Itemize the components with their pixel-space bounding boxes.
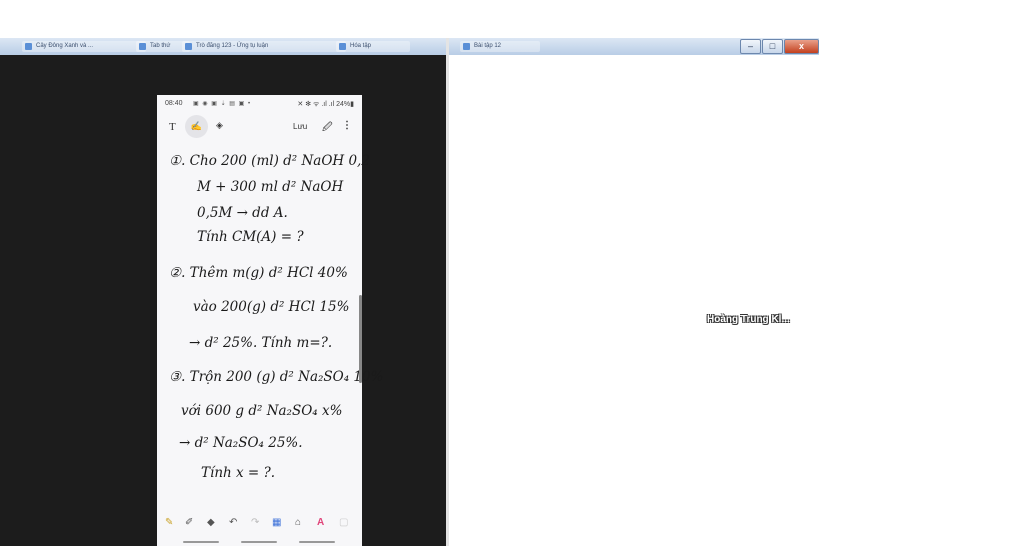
note-line: M + 300 ml d² NaOH bbox=[197, 179, 344, 195]
pen-icon[interactable]: ✐ bbox=[185, 517, 193, 528]
window-controls: – □ x bbox=[739, 39, 819, 54]
save-button[interactable]: Lưu bbox=[293, 122, 307, 131]
taskbar-tab[interactable]: Hóa tập bbox=[336, 41, 410, 52]
taskbar: Cây Đông Xanh và ... Tab thứ Trò đăng 12… bbox=[0, 38, 819, 55]
more-options-icon[interactable]: ⋮ bbox=[342, 120, 352, 131]
note-line: → d² 25%. Tính m=?. bbox=[189, 335, 333, 351]
selection-icon[interactable]: ▦ bbox=[272, 517, 281, 528]
note-line: 0,5M → dd A. bbox=[197, 205, 288, 221]
taskbar-tab[interactable]: Trò đăng 123 - Ứng tụ luận bbox=[182, 41, 346, 52]
redo-icon[interactable]: ↷ bbox=[251, 517, 259, 528]
battery-indicator: ✕ ✻ ᯤ .ıl .ıl 24%▮ bbox=[297, 101, 354, 108]
close-button[interactable]: x bbox=[784, 39, 819, 54]
note-line: vào 200(g) d² HCl 15% bbox=[193, 299, 350, 315]
taskbar-tab[interactable]: Cây Đông Xanh và ... bbox=[22, 41, 146, 52]
taskbar-tab[interactable]: Bài tập 12 bbox=[460, 41, 540, 52]
attach-icon[interactable]: 🖉 bbox=[322, 120, 333, 137]
minimize-button[interactable]: – bbox=[740, 39, 761, 54]
note-toolbar: T ✍ ◈ Lưu 🖉 ⋮ bbox=[157, 113, 362, 139]
notification-icons: ▣ ◉ ▣ ⇣ ▤ ▣ • bbox=[193, 101, 252, 107]
note-line: Tính x = ?. bbox=[201, 465, 276, 481]
status-bar: 08:40 ▣ ◉ ▣ ⇣ ▤ ▣ • ✕ ✻ ᯤ .ıl .ıl 24%▮ bbox=[157, 95, 362, 112]
text-style-icon[interactable]: A bbox=[317, 517, 324, 528]
nav-handle[interactable] bbox=[241, 541, 277, 543]
participant-name: Hoàng Trung Kl... bbox=[707, 314, 790, 325]
color-picker-icon[interactable]: ▢ bbox=[339, 517, 348, 528]
highlighter-icon[interactable]: ✎ bbox=[165, 517, 173, 528]
navigation-bar bbox=[157, 538, 362, 546]
pen-tool-icon[interactable]: ✍ bbox=[185, 115, 208, 138]
text-tool-icon[interactable]: T bbox=[169, 121, 176, 133]
drawing-tools-bar: ✎ ✐ ◆ ↶ ↷ ▦ ⌂ A ▢ bbox=[157, 513, 362, 535]
status-time: 08:40 bbox=[165, 100, 183, 107]
phone-screen: 08:40 ▣ ◉ ▣ ⇣ ▤ ▣ • ✕ ✻ ᯤ .ıl .ıl 24%▮ T… bbox=[157, 95, 383, 546]
note-line: ①. Cho 200 (ml) d² NaOH 0,2 bbox=[169, 153, 370, 169]
note-line: → d² Na₂SO₄ 25%. bbox=[179, 435, 303, 451]
eraser-icon[interactable]: ◆ bbox=[207, 517, 215, 528]
shape-icon[interactable]: ⌂ bbox=[295, 517, 301, 528]
note-line: với 600 g d² Na₂SO₄ x% bbox=[181, 403, 343, 419]
undo-icon[interactable]: ↶ bbox=[229, 517, 237, 528]
note-line: Tính CM(A) = ? bbox=[197, 229, 304, 245]
note-line: ②. Thêm m(g) d² HCl 40% bbox=[169, 265, 348, 281]
video-divider bbox=[446, 38, 449, 546]
nav-handle[interactable] bbox=[183, 541, 219, 543]
nav-handle[interactable] bbox=[299, 541, 335, 543]
note-line: ③. Trộn 200 (g) d² Na₂SO₄ 10% bbox=[169, 369, 384, 385]
brush-tool-icon[interactable]: ◈ bbox=[216, 120, 223, 131]
maximize-button[interactable]: □ bbox=[762, 39, 783, 54]
note-scrollbar[interactable] bbox=[359, 295, 362, 383]
